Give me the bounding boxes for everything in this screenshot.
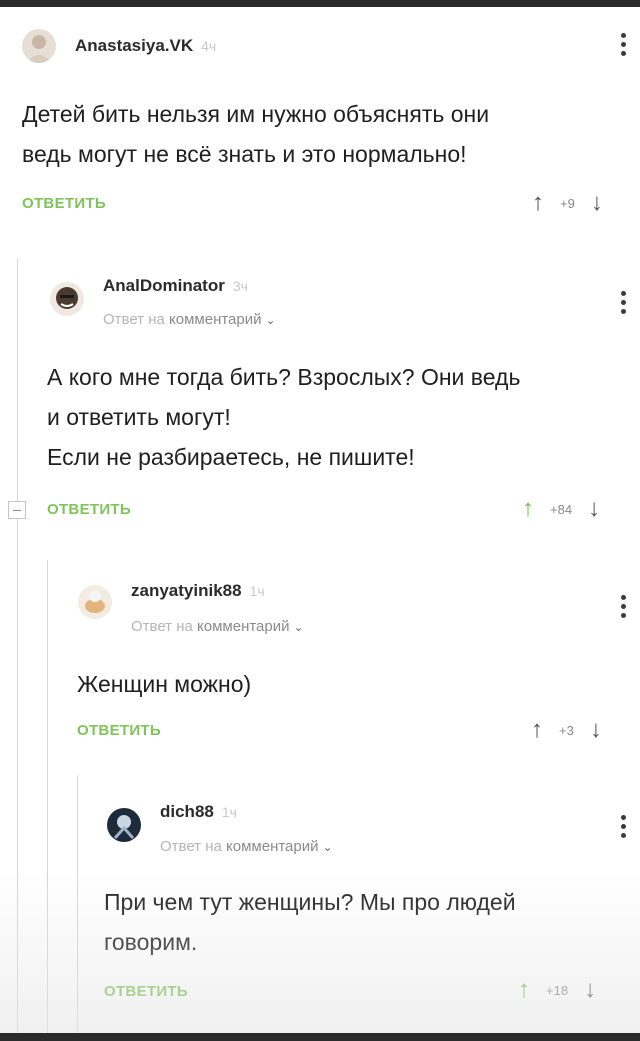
upvote-arrow-icon[interactable]: ↑ xyxy=(518,978,530,1002)
comment-4: dich88 1ч Ответ на комментарий ⌄ При чем т… xyxy=(0,0,640,1033)
vote-controls: ↑ +18 ↓ xyxy=(518,978,596,1002)
navigation-bar xyxy=(0,1033,640,1041)
score: +18 xyxy=(546,982,569,998)
timestamp: 1ч xyxy=(221,804,237,820)
comment-text: При чем тут женщины? Мы про людей говори… xyxy=(104,889,516,955)
chevron-down-icon: ⌄ xyxy=(322,840,333,854)
reply-to-link[interactable]: Ответ на комментарий ⌄ xyxy=(160,838,333,855)
kebab-menu-icon[interactable] xyxy=(620,815,626,838)
username[interactable]: dich88 1ч xyxy=(160,802,237,822)
reply-button[interactable]: ОТВЕТИТЬ xyxy=(104,983,188,1000)
avatar[interactable] xyxy=(107,808,141,842)
downvote-arrow-icon[interactable]: ↓ xyxy=(584,978,596,1002)
